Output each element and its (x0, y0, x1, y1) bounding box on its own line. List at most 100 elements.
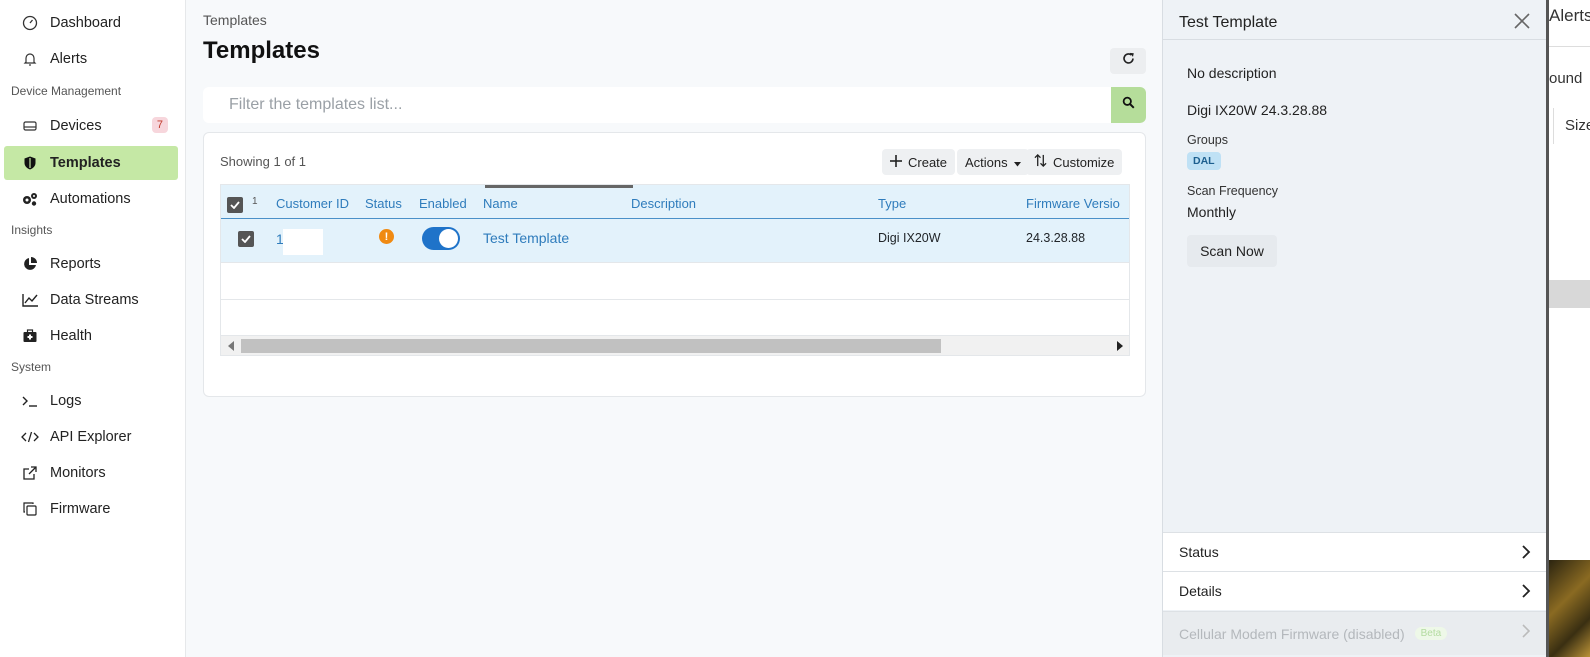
scan-frequency-value: Monthly (1187, 204, 1237, 220)
sidebar: Dashboard Alerts Device Management Devic… (0, 0, 186, 657)
row-checkbox[interactable] (238, 231, 254, 247)
template-detail-panel: Test Template No description Digi IX20W … (1162, 0, 1547, 657)
sidebar-item-label: Devices (50, 118, 102, 134)
panel-title: Test Template (1179, 14, 1278, 31)
breadcrumb[interactable]: Templates (203, 12, 267, 28)
sidebar-item-monitors[interactable]: Monitors (4, 456, 178, 490)
plus-icon (890, 154, 902, 170)
enabled-toggle[interactable] (422, 227, 460, 250)
group-tag[interactable]: DAL (1187, 152, 1221, 170)
redacted-region (283, 229, 323, 255)
sidebar-item-logs[interactable]: Logs (4, 384, 178, 418)
filter-templates-input[interactable]: Filter the templates list... (203, 87, 1113, 123)
divider (1553, 108, 1554, 144)
scan-frequency-label: Scan Frequency (1187, 184, 1279, 198)
status-section-label: Status (1179, 544, 1219, 560)
column-header-description[interactable]: Description (631, 196, 696, 211)
hard-drive-icon (4, 118, 50, 134)
warning-status-icon: ! (379, 229, 394, 244)
sidebar-item-label: Data Streams (50, 292, 139, 308)
actions-dropdown[interactable]: Actions (957, 149, 1029, 175)
medkit-icon (4, 328, 50, 344)
scan-now-button[interactable]: Scan Now (1187, 235, 1277, 267)
cell-name-link[interactable]: Test Template (483, 230, 569, 246)
column-header-customer-id[interactable]: Customer ID (276, 196, 349, 211)
template-description: No description (1187, 65, 1277, 81)
column-header-firmware-version[interactable]: Firmware Versio (1026, 196, 1120, 211)
groups-label: Groups (1187, 133, 1228, 147)
background-window: Alerts ound Size (1546, 0, 1590, 657)
cell-firmware: 24.3.28.88 (1026, 231, 1086, 245)
cellular-section-label: Cellular Modem Firmware (disabled) (1179, 625, 1405, 642)
customize-label: Customize (1053, 154, 1115, 170)
copy-icon (4, 501, 50, 517)
toggle-knob (439, 229, 458, 248)
page-title: Templates (203, 37, 320, 64)
sort-arrows-icon (1034, 154, 1047, 170)
shield-icon (4, 155, 50, 171)
sidebar-item-api-explorer[interactable]: API Explorer (4, 420, 178, 454)
sidebar-item-label: Alerts (50, 51, 88, 67)
cellular-modem-firmware-section: Cellular Modem Firmware (disabled) Beta (1163, 611, 1547, 655)
column-header-name[interactable]: Name (483, 196, 518, 211)
sidebar-item-firmware[interactable]: Firmware (4, 492, 178, 526)
sidebar-item-health[interactable]: Health (4, 319, 178, 353)
sidebar-item-reports[interactable]: Reports (4, 247, 178, 281)
background-size-text: Size (1565, 117, 1590, 134)
scroll-left-arrow-icon[interactable] (228, 341, 234, 351)
details-section-label: Details (1179, 583, 1222, 599)
chevron-right-icon (1522, 624, 1531, 641)
chevron-right-icon (1522, 545, 1531, 562)
active-column-indicator (485, 185, 633, 188)
sidebar-item-label: Templates (50, 155, 121, 171)
caret-down-icon (1013, 155, 1021, 170)
sidebar-item-dashboard[interactable]: Dashboard (4, 6, 178, 40)
search-icon (1122, 96, 1135, 114)
create-button[interactable]: Create (882, 149, 956, 175)
terminal-icon (4, 393, 50, 409)
search-button[interactable] (1111, 87, 1146, 123)
sidebar-item-label: Firmware (50, 501, 111, 517)
background-bound-text: ound (1549, 70, 1583, 87)
devices-count-badge: 7 (151, 117, 168, 133)
sidebar-item-automations[interactable]: Automations (4, 182, 178, 216)
sidebar-item-label: Logs (50, 393, 82, 409)
column-header-status[interactable]: Status (365, 196, 402, 211)
section-label-insights: Insights (11, 223, 53, 237)
actions-label: Actions (965, 154, 1008, 170)
table-header: 1 Customer ID Status Enabled Name Descri… (221, 185, 1129, 219)
select-all-checkbox[interactable] (227, 197, 243, 213)
sidebar-item-label: Monitors (50, 465, 106, 481)
details-section-toggle[interactable]: Details (1163, 571, 1547, 610)
cell-type: Digi IX20W (878, 231, 941, 245)
sidebar-item-label: Dashboard (50, 15, 121, 31)
templates-card: Showing 1 of 1 Create Actions Customize … (203, 132, 1146, 397)
horizontal-scrollbar[interactable] (221, 336, 1129, 355)
column-header-type[interactable]: Type (878, 196, 906, 211)
pie-chart-icon (4, 256, 50, 272)
code-icon (4, 429, 50, 445)
table-row[interactable] (221, 219, 1129, 263)
section-label-system: System (11, 360, 52, 374)
sidebar-item-templates[interactable]: Templates (4, 146, 178, 180)
showing-count: Showing 1 of 1 (220, 154, 307, 169)
sidebar-item-alerts[interactable]: Alerts (4, 42, 178, 76)
section-label-device-management: Device Management (11, 84, 122, 98)
external-link-icon (4, 465, 50, 481)
refresh-icon (1122, 52, 1135, 70)
customize-button[interactable]: Customize (1026, 149, 1123, 175)
sidebar-item-data-streams[interactable]: Data Streams (4, 283, 178, 317)
close-icon[interactable] (1513, 12, 1531, 35)
refresh-button[interactable] (1110, 48, 1146, 74)
sidebar-item-label: API Explorer (50, 429, 132, 445)
column-header-enabled[interactable]: Enabled (419, 196, 467, 211)
beta-badge: Beta (1414, 627, 1448, 640)
scrollbar-thumb[interactable] (241, 339, 941, 353)
line-chart-icon (4, 292, 50, 308)
status-section-toggle[interactable]: Status (1163, 532, 1547, 571)
panel-header: Test Template (1163, 4, 1547, 40)
scroll-right-arrow-icon[interactable] (1117, 341, 1123, 351)
chevron-right-icon (1522, 584, 1531, 601)
sidebar-item-devices[interactable]: Devices 7 (4, 109, 178, 143)
bell-icon (4, 51, 50, 67)
